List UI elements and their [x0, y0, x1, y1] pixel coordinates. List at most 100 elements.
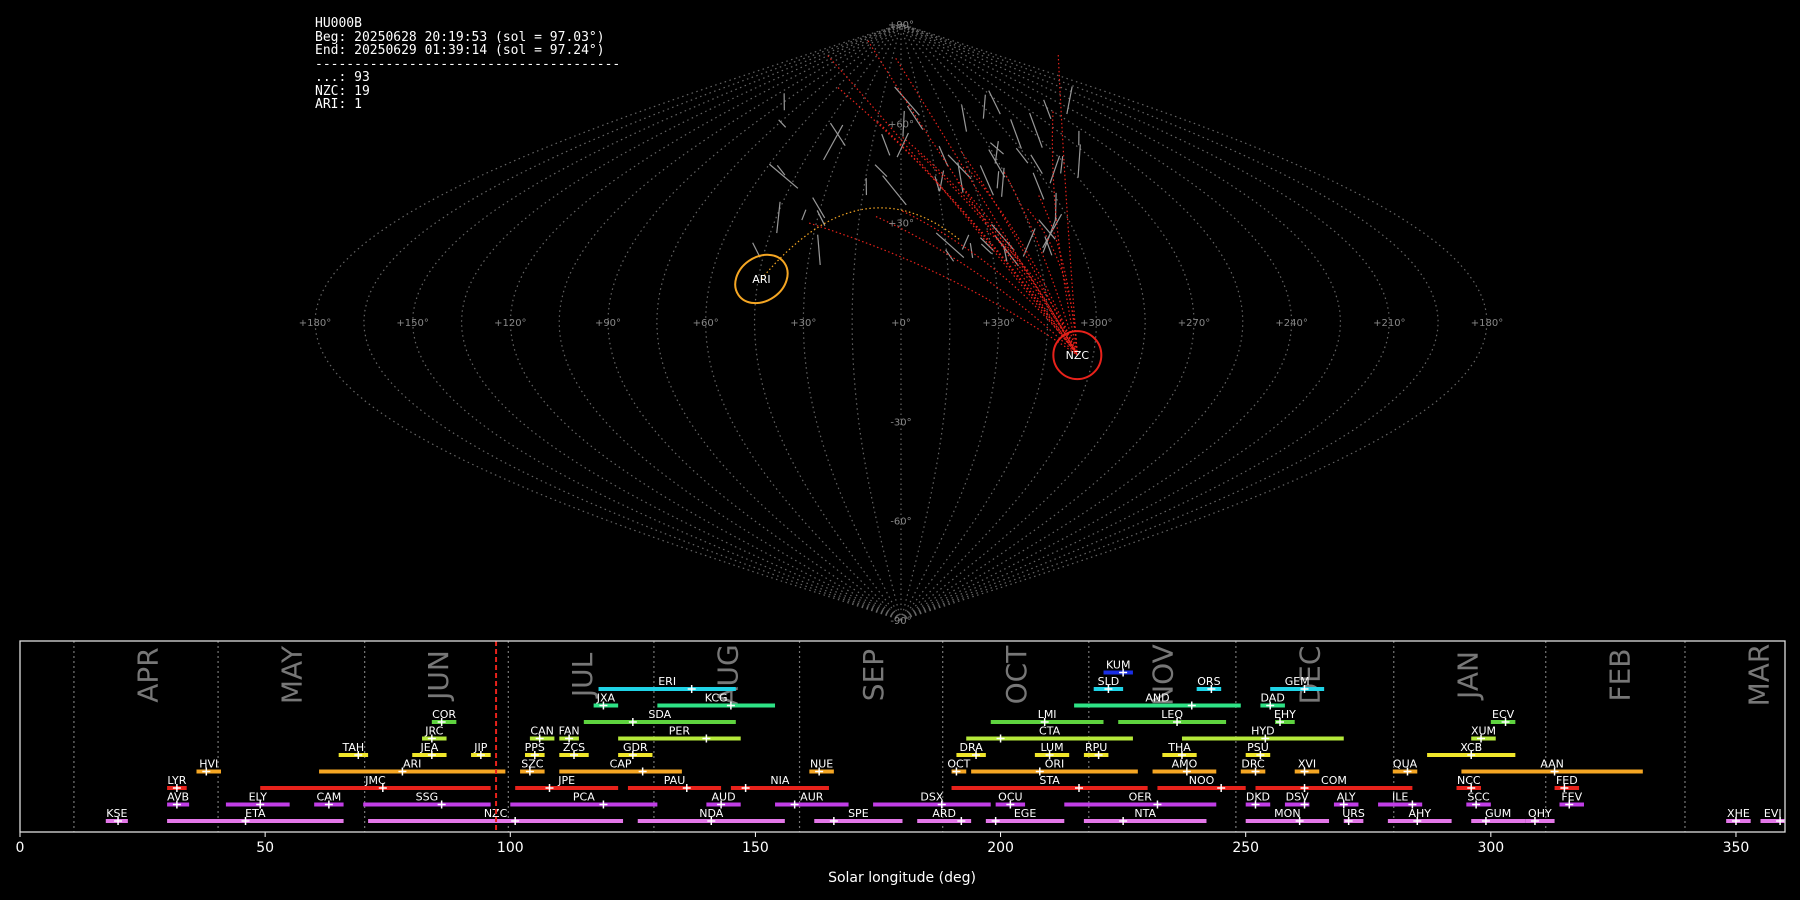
sporadic-meteor [1066, 86, 1073, 115]
sky-meridian [363, 23, 902, 621]
sky-meridian [802, 23, 902, 621]
shower-label-dkd: DKD [1246, 791, 1270, 804]
nzc-meteor-trail [827, 55, 1078, 356]
shower-label-pau: PAU [664, 774, 686, 787]
shower-label-gdr: GDR [623, 741, 648, 754]
shower-label-qua: QUA [1393, 758, 1418, 771]
shower-label-jea: JEA [420, 741, 439, 754]
sporadic-meteor [969, 243, 974, 258]
shower-label-avb: AVB [167, 791, 189, 804]
radiant-nzc-label: NZC [1066, 349, 1090, 362]
shower-label-gem: GEM [1285, 675, 1310, 688]
shower-label-xum: XUM [1471, 725, 1496, 738]
shower-label-dad: DAD [1261, 692, 1285, 705]
sporadic-meteor [1022, 228, 1036, 257]
sporadic-meteor [1043, 99, 1052, 119]
shower-label-ecv: ECV [1492, 708, 1515, 721]
shower-label-aud: AUD [712, 791, 736, 804]
shower-label-ari: ARI [403, 758, 421, 771]
radiant-ari-label: ARI [752, 273, 770, 286]
sporadic-meteor [776, 201, 781, 234]
shower-label-nta: NTA [1134, 807, 1156, 820]
shower-label-fev: FEV [1561, 791, 1582, 804]
lat-label: -90° [890, 616, 911, 627]
shower-label-eta: ETA [245, 807, 266, 820]
sky-map: ARI NZC +180° +150° +120° +90° +60° +30° +0° +33… [299, 20, 1503, 627]
shower-label-zcs: ZCS [563, 741, 585, 754]
sporadic-meteor [935, 232, 965, 258]
lon-label: +180° [1471, 318, 1503, 329]
lon-label: +240° [1275, 318, 1307, 329]
month-label-sep: SEP [857, 649, 890, 701]
shower-label-pca: PCA [573, 791, 595, 804]
shower-label-fed: FED [1556, 774, 1578, 787]
shower-label-ohy: OHY [1528, 807, 1552, 820]
sporadic-meteor [1029, 112, 1043, 148]
lat-label: -60° [890, 517, 911, 528]
shower-label-cor: COR [432, 708, 456, 721]
shower-label-com: COM [1321, 774, 1347, 787]
month-label-oct: OCT [1000, 645, 1033, 705]
month-label-may: MAY [276, 645, 309, 704]
lat-label: +30° [888, 219, 914, 230]
sporadic-meteor [1010, 119, 1022, 149]
x-tick-label: 150 [742, 840, 769, 856]
x-axis-label: Solar longitude (deg) [828, 870, 976, 886]
shower-label-can: CAN [530, 725, 553, 738]
shower-label-aur: AUR [800, 791, 824, 804]
shower-label-ori: ORI [1045, 758, 1065, 771]
shower-timeline-chart: APR MAY JUN JUL AUG SEP OCT NOV DEC JAN FEB MAR KSE… [16, 640, 1786, 886]
shower-label-jpe: JPE [557, 774, 575, 787]
x-tick-label: 300 [1477, 840, 1504, 856]
shower-label-leq: LEQ [1161, 708, 1183, 721]
sporadic-meteor [1049, 155, 1061, 184]
meteor-trails [752, 40, 1081, 356]
shower-label-aly: ALY [1337, 791, 1356, 804]
lon-label: +30° [790, 318, 816, 329]
shower-label-lmi: LMI [1038, 708, 1057, 721]
month-labels: APR MAY JUN JUL AUG SEP OCT NOV DEC JAN FEB MAR [131, 644, 1775, 707]
shower-label-ely: ELY [249, 791, 268, 804]
shower-label-sta: STA [1039, 774, 1060, 787]
lon-label: +300° [1080, 318, 1112, 329]
shower-label-dra: DRA [960, 741, 984, 754]
shower-label-jrc: JRC [424, 725, 443, 738]
lon-label: +270° [1178, 318, 1210, 329]
sky-meridian [607, 23, 902, 621]
shower-label-xcb: XCB [1460, 741, 1482, 754]
sky-meridian [900, 23, 1049, 621]
shower-label-ahy: AHY [1408, 807, 1431, 820]
sporadic-meteor [996, 171, 1000, 189]
lon-label: +0° [891, 318, 911, 329]
sporadic-meteor [1042, 213, 1063, 249]
sporadic-meteor [896, 132, 909, 158]
shower-label-sda: SDA [648, 708, 671, 721]
sporadic-meteor [1077, 144, 1081, 178]
shower-label-scc: SCC [1467, 791, 1490, 804]
month-label-jun: JUN [422, 650, 455, 702]
shower-label-cam: CAM [317, 791, 342, 804]
x-tick-label: 0 [16, 840, 25, 856]
shower-label-and: AND [1145, 692, 1169, 705]
shower-label-ors: ORS [1197, 675, 1220, 688]
sporadic-meteor [988, 90, 1001, 115]
nzc-meteor-trail [808, 222, 1078, 356]
sporadic-meteor [881, 133, 891, 156]
shower-label-urs: URS [1342, 807, 1365, 820]
shower-label-kcg: KCG [705, 692, 728, 705]
shower-label-dsx: DSX [920, 791, 943, 804]
shower-label-nia: NIA [770, 774, 789, 787]
shower-label-lum: LUM [1040, 741, 1063, 754]
nzc-meteor-trail [960, 150, 1078, 356]
sporadic-meteor [801, 209, 807, 221]
x-axis: 0 50 100 150 200 250 300 350 [16, 832, 1750, 856]
nzc-meteor-trail [1057, 55, 1078, 356]
sporadic-meteor [768, 163, 799, 189]
x-tick-label: 350 [1723, 840, 1750, 856]
x-tick-label: 200 [987, 840, 1014, 856]
shower-label-szc: SZC [521, 758, 544, 771]
month-label-jul: JUL [566, 652, 599, 699]
month-label-jan: JAN [1451, 651, 1484, 701]
shower-label-hyd: HYD [1251, 725, 1274, 738]
shower-label-ile: ILE [1392, 791, 1408, 804]
